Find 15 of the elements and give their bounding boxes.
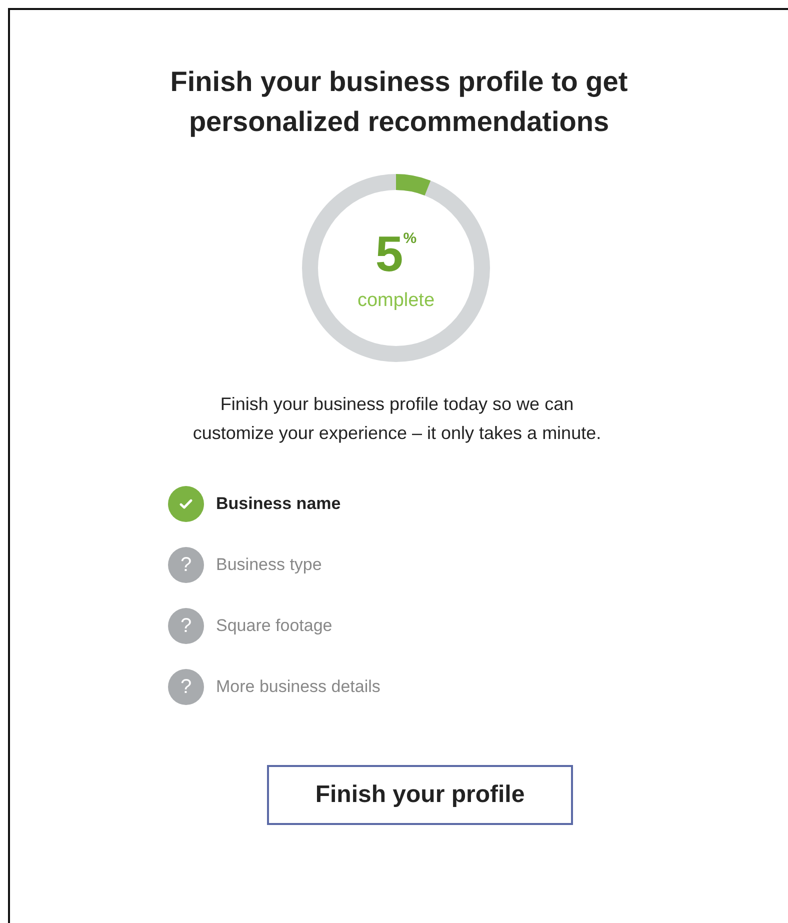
progress-caption: complete — [357, 288, 435, 313]
description: Finish your business profile today so we can customize your experience – it only takes a minute. — [192, 393, 602, 445]
question-icon: ? — [168, 547, 204, 583]
checklist-label: Business name — [216, 493, 341, 516]
question-icon: ? — [168, 669, 204, 705]
checklist-label: Business type — [216, 554, 322, 576]
page-title: Finish your business profile to get personalized recommendations — [169, 65, 629, 139]
progress-fill — [396, 174, 430, 196]
percent-sign: % — [403, 230, 417, 246]
checklist-label: More business details — [216, 676, 380, 698]
question-icon: ? — [168, 608, 204, 644]
check-icon — [168, 486, 204, 522]
checklist-label: Square footage — [216, 615, 332, 638]
finish-profile-button[interactable]: Finish your profile — [267, 765, 573, 825]
percent-value: 5 — [375, 228, 404, 279]
